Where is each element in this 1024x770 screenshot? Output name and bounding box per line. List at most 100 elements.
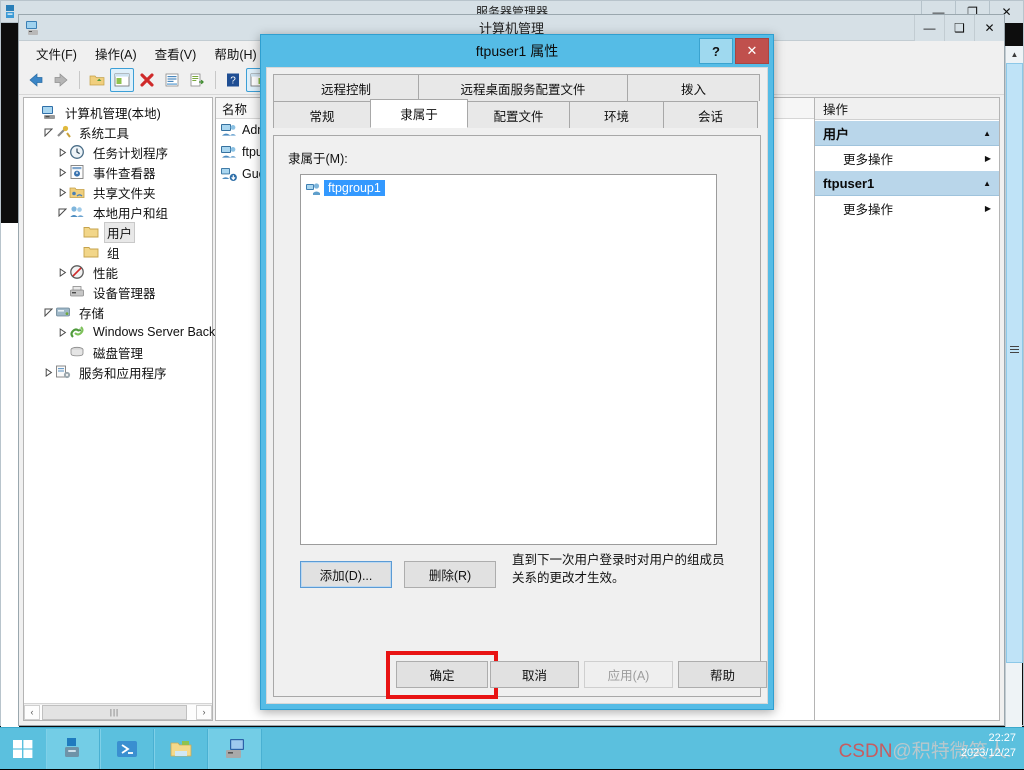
tree-item-7[interactable]: 组 <box>24 242 212 262</box>
actions-group-header[interactable]: 用户 ▲ <box>815 120 999 146</box>
help-button[interactable]: 帮助 <box>678 661 767 688</box>
console-tree-horizontal-scrollbar[interactable]: ‹ ||| › <box>24 703 212 720</box>
chevron-right-icon: ▶ <box>984 153 991 163</box>
ok-button[interactable]: 确定 <box>396 661 488 688</box>
member-of-tab-panel: 隶属于(M): ftpgroup1 添加(D)... 删除(R) 直到下一次用户… <box>273 135 767 699</box>
member-name: ftpgroup1 <box>324 180 385 196</box>
tab-tabs_row2-0[interactable]: 常规 <box>273 101 371 128</box>
chevron-up-icon[interactable]: ▲ <box>983 179 991 188</box>
export-list-icon[interactable] <box>185 68 209 92</box>
services-icon <box>55 364 72 380</box>
actions-group-header[interactable]: ftpuser1 ▲ <box>815 170 999 196</box>
up-folder-icon[interactable] <box>85 68 109 92</box>
cancel-button[interactable]: 取消 <box>490 661 579 688</box>
list-item[interactable]: ftpgroup1 <box>304 179 713 197</box>
tree-item-13[interactable]: 服务和应用程序 <box>24 362 212 382</box>
taskbar-file-explorer-button[interactable] <box>154 728 208 769</box>
tools-icon <box>55 124 72 140</box>
menu-help[interactable]: 帮助(H) <box>205 41 265 66</box>
show-hide-console-tree-icon[interactable] <box>110 67 134 92</box>
actions-menu-item-label: 更多操作 <box>843 202 894 217</box>
help-icon[interactable]: ? <box>221 68 245 92</box>
start-icon[interactable] <box>0 728 46 770</box>
tree-item-6[interactable]: 用户 <box>24 221 212 243</box>
tree-item-10[interactable]: 存储 <box>24 302 212 322</box>
dialog-title: ftpuser1 属性 <box>475 43 559 59</box>
actions-menu-item[interactable]: 更多操作 ▶ <box>815 146 999 170</box>
computer-management-icon <box>24 19 42 37</box>
chevron-down-icon[interactable] <box>42 126 55 139</box>
actions-pane-header: 操作 <box>815 98 999 120</box>
tree-item-label: 存储 <box>79 306 105 321</box>
member-of-listbox[interactable]: ftpgroup1 <box>300 174 717 545</box>
tree-item-2[interactable]: 任务计划程序 <box>24 142 212 162</box>
tree-item-label: 本地用户和组 <box>93 206 169 221</box>
scrollbar-grip-icon <box>1010 346 1019 354</box>
users-groups-icon <box>69 204 86 220</box>
chevron-right-icon[interactable] <box>42 366 55 379</box>
console-tree: 计算机管理(本地) 系统工具 任务计划程序 事件查看器 共享文件夹本地用户和组 用户组性能… <box>24 98 215 382</box>
tree-item-12[interactable]: 磁盘管理 <box>24 342 212 362</box>
scrollbar-thumb[interactable]: ||| <box>42 704 187 720</box>
menu-action[interactable]: 操作(A) <box>86 41 146 66</box>
tree-item-8[interactable]: 性能 <box>24 262 212 282</box>
tree-item-label: 服务和应用程序 <box>79 366 167 381</box>
tab-tabs_row2-3[interactable]: 环境 <box>569 101 664 128</box>
cm-maximize-button[interactable]: ❑ <box>944 15 974 41</box>
chevron-right-icon[interactable] <box>56 186 69 199</box>
chevron-down-icon[interactable] <box>42 306 55 319</box>
system-tray-clock[interactable]: 22:27 2023/12/27 <box>961 731 1016 761</box>
cm-minimize-button[interactable]: — <box>914 15 944 41</box>
tree-item-11[interactable]: Windows Server Back <box>24 322 215 342</box>
taskbar-powershell-button[interactable] <box>100 728 154 769</box>
scrollbar-thumb[interactable] <box>1006 63 1023 663</box>
chevron-right-icon[interactable] <box>56 266 69 279</box>
tree-item-4[interactable]: 共享文件夹 <box>24 182 212 202</box>
actions-menu-item[interactable]: 更多操作 ▶ <box>815 196 999 220</box>
delete-icon[interactable] <box>135 68 159 92</box>
tree-item-label: 性能 <box>93 266 119 281</box>
tree-item-label: 磁盘管理 <box>93 346 144 361</box>
menu-file[interactable]: 文件(F) <box>27 41 86 66</box>
chevron-right-icon[interactable] <box>56 326 69 339</box>
taskbar-computer-management-button[interactable] <box>208 728 262 769</box>
scrollbar-track[interactable]: ||| <box>40 704 196 720</box>
tab-tabs_row2-2[interactable]: 配置文件 <box>467 101 570 128</box>
tab-tabs_row2-4[interactable]: 会话 <box>663 101 758 128</box>
tab-tabs_row1-0[interactable]: 远程控制 <box>273 74 419 101</box>
tree-item-0[interactable]: 计算机管理(本地) <box>24 102 212 122</box>
tree-item-3[interactable]: 事件查看器 <box>24 162 212 182</box>
forward-icon[interactable] <box>49 68 73 92</box>
dialog-help-button[interactable]: ? <box>699 38 733 64</box>
tree-item-1[interactable]: 系统工具 <box>24 122 212 142</box>
add-button[interactable]: 添加(D)... <box>300 561 392 588</box>
remove-button[interactable]: 删除(R) <box>404 561 496 588</box>
tree-item-9[interactable]: 设备管理器 <box>24 282 212 302</box>
cm-close-button[interactable]: ✕ <box>974 15 1004 41</box>
scroll-up-icon[interactable]: ▲ <box>1006 46 1023 63</box>
taskbar-server-manager-button[interactable] <box>46 728 100 769</box>
tree-item-label: Windows Server Back <box>93 325 216 339</box>
chevron-up-icon[interactable]: ▲ <box>983 129 991 138</box>
chevron-right-icon[interactable] <box>56 146 69 159</box>
scroll-right-icon[interactable]: › <box>196 704 212 720</box>
chevron-down-icon[interactable] <box>56 206 69 219</box>
tree-item-5[interactable]: 本地用户和组 <box>24 202 212 222</box>
chevron-right-icon[interactable] <box>56 166 69 179</box>
tab-tabs_row1-1[interactable]: 远程桌面服务配置文件 <box>418 74 628 101</box>
svg-text:?: ? <box>230 75 236 86</box>
dialog-tabs-row-2: 常规 隶属于 配置文件 环境 会话 <box>267 99 767 128</box>
tab-tabs_row2-1[interactable]: 隶属于 <box>370 99 468 128</box>
scroll-left-icon[interactable]: ‹ <box>24 704 40 720</box>
folder-icon <box>83 224 100 240</box>
shared-folder-icon <box>69 184 86 200</box>
server-manager-vertical-scrollbar[interactable]: ▲ ▼ <box>1005 46 1023 748</box>
menu-view[interactable]: 查看(V) <box>146 41 206 66</box>
back-icon[interactable] <box>24 68 48 92</box>
toolbar-separator-2 <box>215 70 216 89</box>
properties-icon[interactable] <box>160 68 184 92</box>
dialog-close-button[interactable]: ✕ <box>735 38 769 64</box>
no-expander <box>56 346 69 359</box>
no-expander <box>70 226 83 239</box>
tab-tabs_row1-2[interactable]: 拨入 <box>627 74 760 101</box>
